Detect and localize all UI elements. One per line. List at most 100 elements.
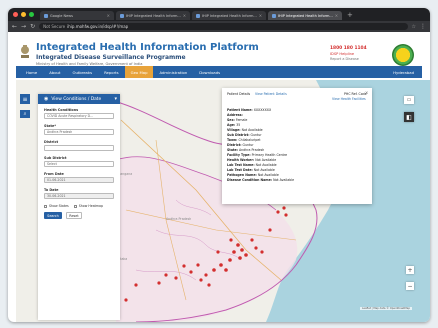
nav-item-administration[interactable]: Administration (153, 66, 193, 78)
health-condition-select[interactable]: COVID Acute Respiratory D... (44, 113, 114, 119)
popup-row: Health Worker: Not Available (227, 158, 277, 162)
popup-row: Town: Chilakaluripet (227, 138, 261, 142)
show-heatmap-checkbox[interactable] (73, 204, 77, 208)
close-window-icon[interactable] (13, 12, 18, 17)
popup-row: District: Guntur (227, 143, 254, 147)
popup-row: Disease Condition Name: Not Available (227, 178, 295, 182)
browser-tab-bar: Google News × IHIP Integrated Health Info… (8, 8, 430, 21)
nav-item-user[interactable]: Hyderabad (387, 66, 422, 78)
browser-tab[interactable]: IHIP Integrated Health Inform... × (192, 11, 266, 20)
nav-item-downloads[interactable]: Downloads (193, 66, 226, 78)
popup-row: Lab Test Date: Not Available (227, 168, 275, 172)
popup-row: Lab Test Name: Not Available (227, 163, 277, 167)
helpline-sub: Report a Disease (330, 57, 359, 61)
tab-favicon-icon (120, 13, 124, 18)
tab-label: IHIP Integrated Health Inform... (278, 13, 333, 18)
nav-item-reports[interactable]: Reports (98, 66, 125, 78)
field-label: State* (44, 124, 57, 128)
from-date-field: From Date 01-06-2021 (44, 172, 114, 183)
url-text: ihip.mohfw.gov.in/idsp/#!/map (67, 24, 129, 29)
sub-district-select[interactable]: Select (44, 161, 114, 167)
map-layers-icon[interactable]: ▭ (404, 96, 414, 104)
patient-details-popup: Patient Details View Patient Details PHC… (222, 88, 372, 204)
popup-row: Address: (227, 113, 243, 117)
field-label: From Date (44, 172, 64, 176)
tab-favicon-icon (196, 13, 200, 18)
new-tab-button[interactable]: + (347, 11, 353, 19)
tab-close-icon[interactable]: × (259, 13, 262, 18)
filter-panel: ◉ View Conditions / Date ▾ Health Condit… (38, 94, 120, 320)
window-controls (13, 12, 34, 17)
browser-tab-active[interactable]: IHIP Integrated Health Inform... × (268, 11, 342, 20)
popup-header-left: Patient Details (227, 92, 251, 96)
minimize-window-icon[interactable] (21, 12, 26, 17)
show-states-checkbox[interactable] (44, 204, 47, 208)
address-bar[interactable]: Not Secure ihip.mohfw.gov.in/idsp/#!/map (39, 23, 408, 30)
to-date-field: To Date 30-06-2021 (44, 188, 114, 199)
eye-icon: ◉ (44, 96, 49, 102)
filter-panel-title: View Conditions / Date (51, 96, 102, 102)
sub-district-field: Sub District Select (44, 156, 114, 167)
state-select[interactable]: Andhra Pradesh (44, 129, 114, 135)
popup-close-icon[interactable]: × (365, 90, 368, 95)
forward-arrow-icon[interactable]: → (21, 23, 26, 30)
tab-close-icon[interactable]: × (107, 13, 110, 18)
browser-tab[interactable]: Google News × (40, 11, 114, 20)
browser-tab[interactable]: IHIP Integrated Health Inform... × (116, 11, 190, 20)
helpline-block: 1800 180 1104 IDSP Helpline Report a Dis… (330, 46, 367, 61)
from-date-input[interactable]: 01-06-2021 (44, 177, 114, 183)
tab-label: IHIP Integrated Health Inform... (202, 13, 257, 18)
popup-row: Age: 35 (227, 123, 241, 127)
zoom-in-button[interactable]: + (406, 266, 414, 274)
state-field: State* Andhra Pradesh (44, 124, 114, 135)
to-date-input[interactable]: 30-06-2021 (44, 193, 114, 199)
map-options: Show States Show Heatmap (44, 204, 103, 208)
browser-toolbar: ← → ↻ Not Secure ihip.mohfw.gov.in/idsp/… (8, 21, 430, 32)
popup-row: Sub District: Guntur (227, 133, 262, 137)
map-type-toggle-icon[interactable]: ◧ (404, 112, 414, 122)
panel-toggle-button[interactable]: ≡ (20, 94, 30, 104)
tab-close-icon[interactable]: × (335, 13, 338, 18)
menu-dots-icon[interactable]: ⋮ (420, 23, 426, 30)
map-attribution: Leaflet | Map data © OpenStreetMap (360, 307, 413, 310)
nav-item-home[interactable]: Home (20, 66, 43, 78)
panel-collapse-icon[interactable]: ▾ (114, 96, 117, 102)
view-patient-details-link[interactable]: View Patient Details (255, 92, 287, 96)
district-field: District (44, 140, 114, 151)
main-navigation: Home About Outbreaks Reports Geo Map Adm… (16, 66, 422, 78)
back-arrow-icon[interactable]: ← (12, 23, 17, 30)
helpline-label: IDSP Helpline (330, 52, 355, 56)
reload-icon[interactable]: ↻ (30, 23, 35, 30)
reset-button[interactable]: Reset (66, 212, 82, 219)
popup-row: Patient Name: XXXXXXXX (227, 108, 272, 112)
programme-logo-icon (392, 44, 414, 66)
popup-row: Sex: Female (227, 118, 248, 122)
popup-row: Pathogen Name: Not Available (227, 173, 279, 177)
district-select[interactable] (44, 145, 114, 151)
helpline-number[interactable]: 1800 180 1104 (330, 46, 367, 51)
popup-header-right: PHC Ref. Code (344, 92, 367, 96)
health-condition-field: Health Conditions COVID Acute Respirator… (44, 108, 114, 119)
panel-search-icon[interactable]: ⌕ (20, 110, 30, 118)
tab-label: IHIP Integrated Health Inform... (126, 13, 181, 18)
view-health-facilities-link[interactable]: View Health Facilities (332, 97, 366, 101)
browser-window: Google News × IHIP Integrated Health Info… (8, 8, 430, 322)
nav-item-outbreaks[interactable]: Outbreaks (66, 66, 98, 78)
search-button[interactable]: Search (44, 212, 62, 219)
show-heatmap-label: Show Heatmap (78, 204, 103, 208)
nav-item-about[interactable]: About (43, 66, 66, 78)
field-label: District (44, 140, 59, 144)
national-emblem-icon (21, 45, 29, 58)
maximize-window-icon[interactable] (29, 12, 34, 17)
popup-row: Village: Not Available (227, 128, 263, 132)
popup-row: State: Andhra Pradesh (227, 148, 265, 152)
not-secure-label: Not Secure (43, 24, 66, 29)
tab-label: Google News (50, 13, 73, 18)
zoom-out-button[interactable]: − (406, 282, 414, 290)
map-label-andhra-pradesh: Andhra Pradesh (166, 217, 191, 221)
tab-favicon-icon (44, 13, 48, 18)
bookmark-star-icon[interactable]: ☆ (412, 24, 416, 30)
filter-panel-header: ◉ View Conditions / Date ▾ (38, 94, 120, 104)
nav-item-geo-map[interactable]: Geo Map (124, 66, 154, 78)
tab-close-icon[interactable]: × (183, 13, 186, 18)
